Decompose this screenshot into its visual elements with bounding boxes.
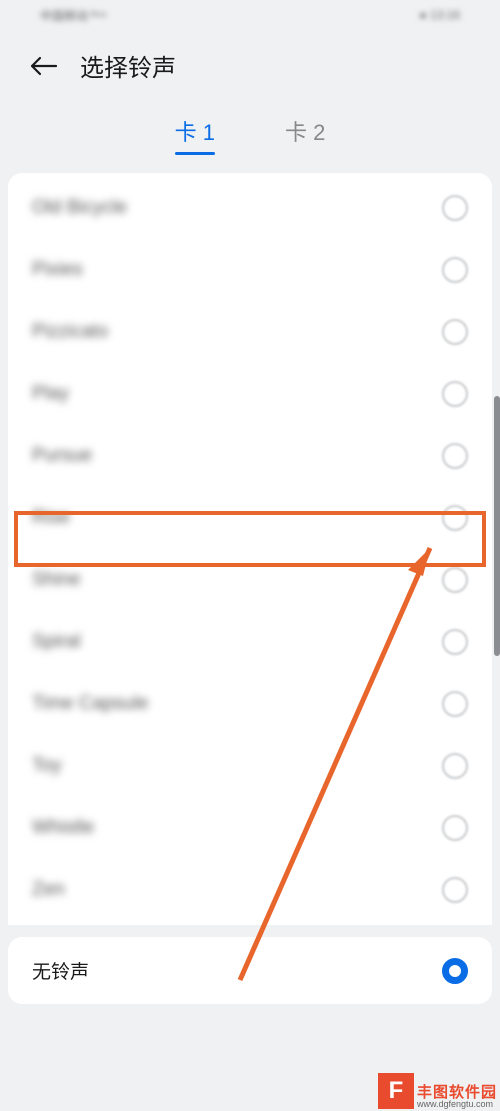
ringtone-item[interactable]: Toy xyxy=(8,735,492,797)
status-right: ● 13:16 xyxy=(419,8,460,22)
ringtone-item[interactable]: Pursue xyxy=(8,425,492,487)
scrollbar-thumb[interactable] xyxy=(494,396,500,656)
radio-unchecked-icon xyxy=(442,815,468,841)
ringtone-label: Pixies xyxy=(32,259,83,281)
ringtone-label: Pizzicato xyxy=(32,321,108,343)
radio-unchecked-icon xyxy=(442,195,468,221)
watermark-text: 丰图软件园 www.dgfengtu.com xyxy=(417,1085,497,1109)
radio-unchecked-icon xyxy=(442,319,468,345)
radio-unchecked-icon xyxy=(442,505,468,531)
no-ringtone-label: 无铃声 xyxy=(32,957,89,984)
ringtone-list: Old Bicycle Pixies Pizzicato Play Pursue… xyxy=(8,173,492,925)
radio-unchecked-icon xyxy=(442,567,468,593)
ringtone-label: Zen xyxy=(32,879,65,901)
ringtone-label: Old Bicycle xyxy=(32,197,127,219)
page-title: 选择铃声 xyxy=(80,48,176,83)
radio-unchecked-icon xyxy=(442,381,468,407)
watermark-logo: F xyxy=(378,1073,414,1109)
ringtone-item[interactable]: Whistle xyxy=(8,797,492,859)
radio-unchecked-icon xyxy=(442,691,468,717)
tab-sim2[interactable]: 卡 2 xyxy=(285,115,325,155)
tab-sim1[interactable]: 卡 1 xyxy=(175,115,215,155)
ringtone-label: Rise xyxy=(32,507,70,529)
ringtone-item[interactable]: Spiral xyxy=(8,611,492,673)
ringtone-label: Shine xyxy=(32,569,81,591)
arrow-left-icon xyxy=(30,56,58,76)
watermark-url: www.dgfengtu.com xyxy=(417,1100,493,1109)
ringtone-item[interactable]: Zen xyxy=(8,859,492,921)
radio-checked-icon xyxy=(442,958,468,984)
header: 选择铃声 xyxy=(0,30,500,107)
ringtone-item[interactable]: Old Bicycle xyxy=(8,177,492,239)
radio-unchecked-icon xyxy=(442,629,468,655)
ringtone-label: Play xyxy=(32,383,69,405)
ringtone-label: Spiral xyxy=(32,631,81,653)
watermark: F 丰图软件园 www.dgfengtu.com xyxy=(378,1073,497,1109)
ringtone-label: Toy xyxy=(32,755,62,777)
back-button[interactable] xyxy=(30,54,58,78)
ringtone-item[interactable]: Pizzicato xyxy=(8,301,492,363)
status-bar: 中国移动 ᴿ⁴⁶ ● 13:16 xyxy=(0,0,500,30)
ringtone-label: Whistle xyxy=(32,817,94,839)
ringtone-item[interactable]: Shine xyxy=(8,549,492,611)
radio-unchecked-icon xyxy=(442,753,468,779)
ringtone-item[interactable]: Play xyxy=(8,363,492,425)
ringtone-item[interactable]: Pixies xyxy=(8,239,492,301)
status-left: 中国移动 ᴿ⁴⁶ xyxy=(40,7,107,24)
ringtone-item[interactable]: Rise xyxy=(8,487,492,549)
ringtone-item[interactable]: Time Capsule xyxy=(8,673,492,735)
radio-unchecked-icon xyxy=(442,443,468,469)
radio-unchecked-icon xyxy=(442,877,468,903)
tabs: 卡 1 卡 2 xyxy=(0,107,500,173)
radio-unchecked-icon xyxy=(442,257,468,283)
scrollbar[interactable] xyxy=(494,396,500,1071)
ringtone-label: Time Capsule xyxy=(32,693,149,715)
no-ringtone-item[interactable]: 无铃声 xyxy=(8,937,492,1004)
watermark-name: 丰图软件园 xyxy=(417,1085,497,1100)
ringtone-label: Pursue xyxy=(32,445,92,467)
